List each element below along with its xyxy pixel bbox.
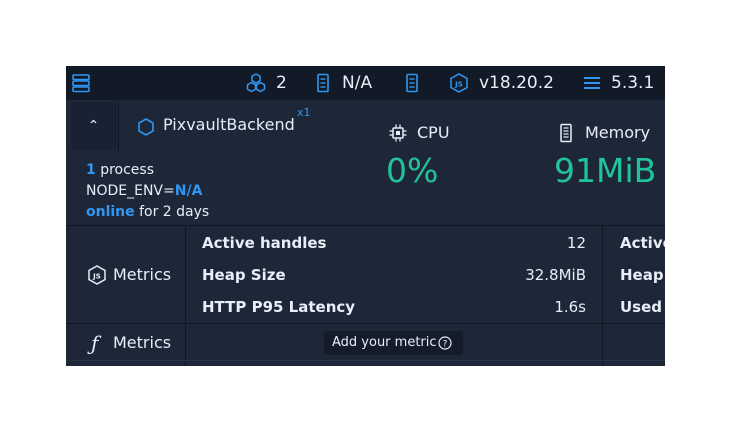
cpu-label: CPU xyxy=(417,123,450,142)
node-metrics-label: Metrics xyxy=(113,265,172,284)
cluster-count: 2 xyxy=(276,73,287,93)
env-line: NODE_ENV=N/A xyxy=(86,182,202,200)
metric-row-label: HTTP P95 Latency xyxy=(202,298,356,316)
status-line: online for 2 days xyxy=(86,203,209,221)
env-key: NODE_ENV= xyxy=(86,183,175,199)
divider xyxy=(118,100,119,152)
metric-row-label-truncated: Used H xyxy=(620,298,665,316)
metric-row-value: 32.8MiB xyxy=(525,266,586,284)
nodejs-metrics-icon: JS xyxy=(88,265,106,285)
function-icon: ƒ xyxy=(91,331,99,355)
process-count-line: 1 process xyxy=(86,161,154,179)
app-panel: 2 N/A JS v18.20.2 5.3.1 ⌃ PixvaultBacken… xyxy=(66,66,665,366)
app-name[interactable]: PixvaultBackend xyxy=(163,114,295,136)
custom-metrics-label: Metrics xyxy=(113,333,172,352)
svg-text:?: ? xyxy=(443,340,448,350)
add-metric-button[interactable]: Add your metric ? xyxy=(324,331,463,355)
metric-row-label: Heap Size xyxy=(202,266,286,284)
env-value: N/A xyxy=(174,183,203,199)
metric-row-label-truncated: Heap U xyxy=(620,266,665,284)
divider xyxy=(66,323,665,324)
cluster-hexagons-icon xyxy=(246,73,266,93)
node-version: v18.20.2 xyxy=(479,73,554,93)
divider xyxy=(185,226,186,366)
env-server-icon xyxy=(317,73,329,93)
top-bar: 2 N/A JS v18.20.2 5.3.1 xyxy=(66,66,665,100)
process-word: process xyxy=(95,162,154,178)
collapse-button[interactable]: ⌃ xyxy=(71,102,117,150)
cpu-chip-icon xyxy=(389,124,407,142)
divider xyxy=(602,226,603,366)
help-icon[interactable]: ? xyxy=(438,336,452,350)
memory-label: Memory xyxy=(585,123,651,142)
nodejs-icon: JS xyxy=(450,73,468,93)
divider xyxy=(66,360,665,361)
server-icon xyxy=(406,73,418,93)
svg-text:JS: JS xyxy=(454,81,463,89)
divider xyxy=(66,225,665,226)
pm2-menu-icon xyxy=(584,77,600,89)
app-hexagon-icon xyxy=(138,118,154,136)
metric-row-value: 1.6s xyxy=(554,298,586,316)
memory-value: 91MiB xyxy=(554,151,657,190)
instance-count: x1 xyxy=(297,106,311,119)
servers-menu-icon[interactable] xyxy=(71,73,91,93)
env-value: N/A xyxy=(342,73,373,93)
metric-row-label: Active handles xyxy=(202,234,327,252)
svg-text:JS: JS xyxy=(92,273,101,281)
memory-icon xyxy=(560,123,572,143)
metric-row-value: 12 xyxy=(566,234,586,252)
pm2-version: 5.3.1 xyxy=(611,73,655,93)
uptime-text: for 2 days xyxy=(134,204,210,220)
metric-row-label-truncated: Active xyxy=(620,234,665,252)
collapse-chevrons-icon: ⌃ xyxy=(87,118,101,134)
add-metric-label: Add your metric xyxy=(332,335,437,350)
process-count: 1 xyxy=(86,162,96,178)
status-text: online xyxy=(86,204,135,220)
cpu-value: 0% xyxy=(386,151,439,190)
